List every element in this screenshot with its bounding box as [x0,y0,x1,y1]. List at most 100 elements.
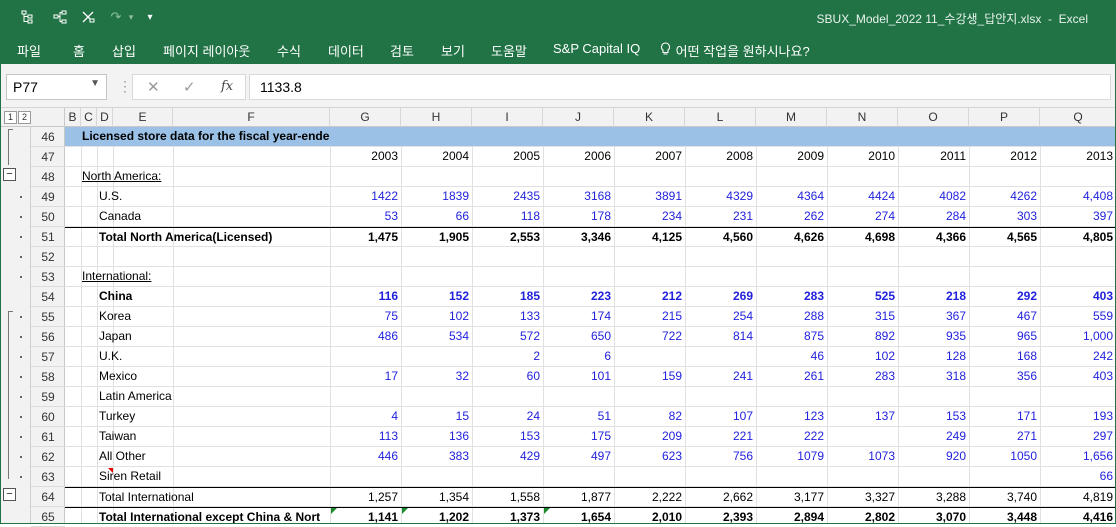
value-cell[interactable]: 722 [614,327,685,346]
value-cell[interactable]: 303 [969,207,1040,226]
formula-input[interactable]: 1133.8 [249,74,1111,100]
outline-icon[interactable] [20,8,36,26]
value-cell[interactable]: 1,877 [543,488,614,507]
comment-indicator-icon[interactable] [108,468,113,473]
value-cell[interactable]: 292 [969,287,1040,306]
row-label[interactable] [98,247,330,266]
value-cell[interactable]: 650 [543,327,614,346]
value-cell[interactable]: 269 [685,287,756,306]
value-cell[interactable]: 221 [685,427,756,446]
value-cell[interactable]: 15 [401,407,472,426]
value-cell[interactable]: 4,125 [614,228,685,247]
value-cell[interactable]: 274 [827,207,898,226]
value-cell[interactable]: 892 [827,327,898,346]
value-cell[interactable] [330,347,401,366]
column-header[interactable]: M [756,108,827,127]
value-cell[interactable]: 1,475 [330,228,401,247]
value-cell[interactable]: 2004 [401,147,472,166]
value-cell[interactable]: 2,894 [756,508,827,524]
value-cell[interactable]: 254 [685,307,756,326]
row-header[interactable]: 47 [31,147,65,167]
outline-level-1-button[interactable]: 1 [4,111,17,124]
value-cell[interactable]: 153 [898,407,969,426]
value-cell[interactable]: 223 [543,287,614,306]
row-label[interactable]: Canada [98,207,330,226]
value-cell[interactable]: 2008 [685,147,756,166]
value-cell[interactable]: 107 [685,407,756,426]
value-cell[interactable]: 2013 [1040,147,1116,166]
row-label[interactable]: Total International except China & Nort [98,508,330,524]
value-cell[interactable]: 1050 [969,447,1040,466]
value-cell[interactable]: 3168 [543,187,614,206]
value-cell[interactable] [543,467,614,486]
row-header[interactable]: 52 [31,247,65,267]
row-label[interactable]: Licensed store data for the fiscal year-… [81,127,330,146]
value-cell[interactable]: 2012 [969,147,1040,166]
value-cell[interactable]: 261 [756,367,827,386]
row-label[interactable]: Total International [98,488,330,507]
value-cell[interactable]: 4,698 [827,228,898,247]
tab-file[interactable]: 파일 [17,41,41,60]
value-cell[interactable]: 102 [401,307,472,326]
value-cell[interactable]: 137 [827,407,898,426]
select-all-corner[interactable]: 1 2 [0,108,65,127]
value-cell[interactable] [756,467,827,486]
column-header[interactable]: H [401,108,472,127]
row-label[interactable]: North America: [81,167,330,186]
value-cell[interactable]: 920 [898,447,969,466]
value-cell[interactable]: 1839 [401,187,472,206]
value-cell[interactable]: 249 [898,427,969,446]
value-cell[interactable]: 1,354 [401,488,472,507]
value-cell[interactable] [827,427,898,446]
value-cell[interactable]: 1,905 [401,228,472,247]
redo-icon[interactable]: ↷ [108,8,124,26]
value-cell[interactable]: 102 [827,347,898,366]
value-cell[interactable]: 3,327 [827,488,898,507]
row-label[interactable]: Taiwan [98,427,330,446]
value-cell[interactable]: 136 [401,427,472,446]
hierarchy-icon[interactable] [52,8,68,26]
value-cell[interactable]: 2005 [472,147,543,166]
row-header[interactable]: 57 [31,347,65,367]
redo-dropdown-icon[interactable]: ▾ [126,8,136,26]
tab-formulas[interactable]: 수식 [277,41,301,60]
value-cell[interactable]: 318 [898,367,969,386]
value-cell[interactable]: 4262 [969,187,1040,206]
value-cell[interactable]: 572 [472,327,543,346]
value-cell[interactable]: 2006 [543,147,614,166]
value-cell[interactable]: 4424 [827,187,898,206]
value-cell[interactable]: 24 [472,407,543,426]
value-cell[interactable]: 215 [614,307,685,326]
value-cell[interactable]: 222 [756,427,827,446]
row-header[interactable]: 50 [31,207,65,227]
value-cell[interactable]: 1,141 [330,508,401,524]
value-cell[interactable]: 17 [330,367,401,386]
row-header[interactable]: 61 [31,427,65,447]
tab-capital-iq[interactable]: S&P Capital IQ [553,41,640,56]
value-cell[interactable] [898,467,969,486]
value-cell[interactable]: 486 [330,327,401,346]
value-cell[interactable]: 178 [543,207,614,226]
value-cell[interactable]: 4,805 [1040,228,1116,247]
value-cell[interactable] [401,467,472,486]
value-cell[interactable]: 2,553 [472,228,543,247]
value-cell[interactable]: 133 [472,307,543,326]
value-cell[interactable]: 3,448 [969,508,1040,524]
value-cell[interactable]: 118 [472,207,543,226]
value-cell[interactable]: 2011 [898,147,969,166]
value-cell[interactable]: 1422 [330,187,401,206]
value-cell[interactable]: 4,626 [756,228,827,247]
value-cell[interactable]: 525 [827,287,898,306]
value-cell[interactable]: 175 [543,427,614,446]
value-cell[interactable]: 53 [330,207,401,226]
row-header[interactable]: 64 [31,487,65,507]
value-cell[interactable]: 212 [614,287,685,306]
row-label[interactable]: Korea [98,307,330,326]
row-label[interactable]: Turkey [98,407,330,426]
value-cell[interactable]: 1,558 [472,488,543,507]
value-cell[interactable]: 75 [330,307,401,326]
value-cell[interactable]: 1,000 [1040,327,1116,346]
column-header[interactable]: N [827,108,898,127]
row-header[interactable]: 49 [31,187,65,207]
row-header[interactable]: 58 [31,367,65,387]
